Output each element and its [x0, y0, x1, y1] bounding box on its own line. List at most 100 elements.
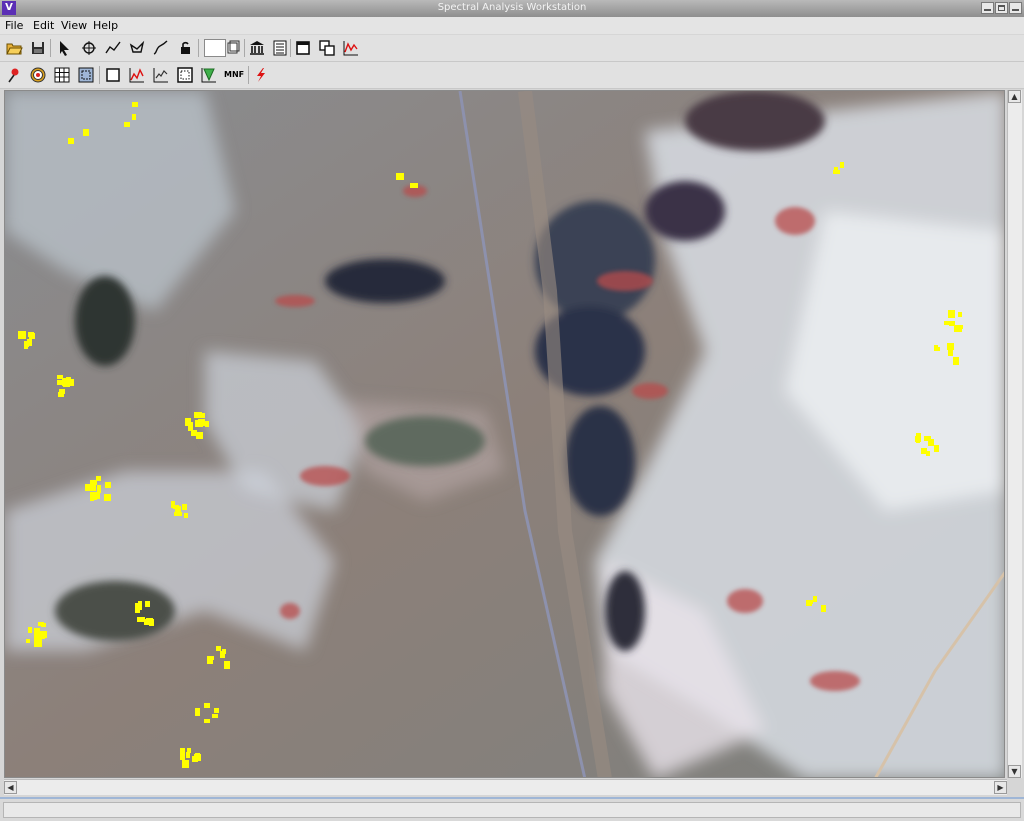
crosshair-icon[interactable] — [80, 39, 98, 57]
horizontal-scrollbar[interactable]: ◀ ▶ — [4, 779, 1007, 795]
rectangle-icon[interactable] — [104, 66, 122, 84]
toolbar-separator — [248, 66, 249, 84]
menu-file[interactable]: File — [5, 17, 23, 34]
highlight-pixel — [180, 748, 185, 753]
toolbar-separator — [99, 66, 100, 84]
red-lightning-icon[interactable] — [252, 66, 270, 84]
blank-button[interactable] — [204, 39, 226, 57]
highlight-pixel — [27, 339, 32, 346]
hyperspectral-image[interactable] — [5, 91, 1005, 778]
arrow-pointer-icon[interactable] — [55, 39, 73, 57]
highlight-pixel — [137, 617, 145, 622]
highlight-pixel — [132, 114, 136, 120]
spectrum-plot-icon[interactable] — [342, 39, 360, 57]
highlight-pixel — [948, 310, 955, 318]
scroll-up-button[interactable]: ▲ — [1008, 90, 1021, 103]
highlight-pixel — [105, 482, 111, 488]
highlight-pixel — [958, 312, 962, 317]
window-icon[interactable] — [294, 39, 312, 57]
highlight-pixel — [135, 608, 140, 613]
maximize-button[interactable] — [995, 2, 1008, 14]
highlight-pixel — [104, 494, 111, 501]
highlight-pixel — [212, 714, 218, 718]
highlight-pixel — [26, 639, 30, 643]
polygon-icon[interactable] — [128, 39, 146, 57]
status-bar — [0, 797, 1024, 821]
menu-bar: File Edit View Help — [0, 17, 1024, 34]
highlight-pixel — [195, 708, 200, 716]
minimize-button[interactable] — [981, 2, 994, 14]
highlight-pixel — [187, 748, 191, 753]
highlight-pixel — [916, 437, 920, 443]
histogram-icon[interactable] — [128, 66, 146, 84]
crop-icon[interactable] — [77, 66, 95, 84]
image-display[interactable] — [4, 90, 1005, 778]
toolbar-analysis: MNF — [0, 62, 1024, 89]
highlight-pixel — [184, 513, 188, 518]
highlight-pixel — [947, 343, 954, 350]
mnf-icon[interactable]: MNF — [224, 66, 244, 84]
highlight-pixel — [821, 605, 826, 612]
highlight-pixel — [29, 333, 35, 339]
highlight-pixel — [840, 162, 844, 168]
scroll-down-button[interactable]: ▼ — [1008, 765, 1021, 778]
lock-icon[interactable] — [176, 39, 194, 57]
scroll-left-button[interactable]: ◀ — [4, 781, 17, 794]
highlight-pixel — [18, 331, 26, 339]
target-icon[interactable] — [29, 66, 47, 84]
toolbar-separator — [244, 39, 245, 57]
green-fill-icon[interactable] — [200, 66, 218, 84]
highlight-pixel — [410, 183, 418, 188]
menu-view[interactable]: View — [61, 17, 87, 34]
highlight-pixel — [195, 420, 203, 427]
library-icon[interactable] — [248, 39, 266, 57]
close-button[interactable] — [1009, 2, 1022, 14]
scroll-right-button[interactable]: ▶ — [994, 781, 1007, 794]
highlight-pixel — [90, 496, 94, 501]
highlight-pixel — [83, 129, 89, 136]
highlight-pixel — [173, 505, 179, 509]
highlight-pixel — [806, 600, 813, 604]
highlight-pixel — [928, 439, 934, 446]
highlight-pixel — [204, 719, 210, 723]
status-text — [3, 802, 1021, 818]
window-title: Spectral Analysis Workstation — [437, 2, 587, 13]
highlight-pixel — [182, 760, 189, 768]
polyline-icon[interactable] — [104, 39, 122, 57]
pages-icon[interactable] — [224, 39, 242, 57]
list-icon[interactable] — [271, 39, 289, 57]
highlight-pixel — [38, 622, 44, 626]
highlight-pixel — [204, 703, 210, 708]
highlight-pixel — [953, 357, 959, 365]
title-bar: V Spectral Analysis Workstation — [0, 0, 1024, 18]
scatter-plot-icon[interactable] — [152, 66, 170, 84]
highlight-pixel — [89, 484, 96, 491]
highlight-pixel — [813, 596, 817, 602]
freehand-icon[interactable] — [152, 39, 170, 57]
highlight-pixel — [954, 325, 962, 332]
highlight-pixel — [944, 321, 950, 325]
highlight-pixel — [934, 445, 939, 452]
highlight-pixel — [198, 413, 205, 418]
open-folder-icon[interactable] — [5, 39, 23, 57]
highlight-pixel — [224, 661, 230, 669]
highlight-pixel — [35, 635, 42, 643]
highlight-pixel — [96, 476, 101, 481]
highlight-pixel — [97, 485, 101, 493]
menu-help[interactable]: Help — [93, 17, 118, 34]
highlight-pixel — [145, 601, 150, 607]
highlight-pixel — [180, 753, 185, 760]
frame-icon[interactable] — [176, 66, 194, 84]
highlight-pixel — [62, 378, 66, 386]
highlight-pixel — [396, 173, 404, 180]
highlight-pixel — [192, 756, 198, 762]
vertical-scrollbar[interactable]: ▲ ▼ — [1007, 90, 1022, 778]
save-icon[interactable] — [29, 39, 47, 57]
highlight-pixel — [68, 138, 74, 144]
highlight-pixel — [207, 656, 213, 664]
grid-icon[interactable] — [53, 66, 71, 84]
toolbar-separator — [290, 39, 291, 57]
menu-edit[interactable]: Edit — [33, 17, 54, 34]
pin-icon[interactable] — [5, 66, 23, 84]
duplicate-window-icon[interactable] — [318, 39, 336, 57]
